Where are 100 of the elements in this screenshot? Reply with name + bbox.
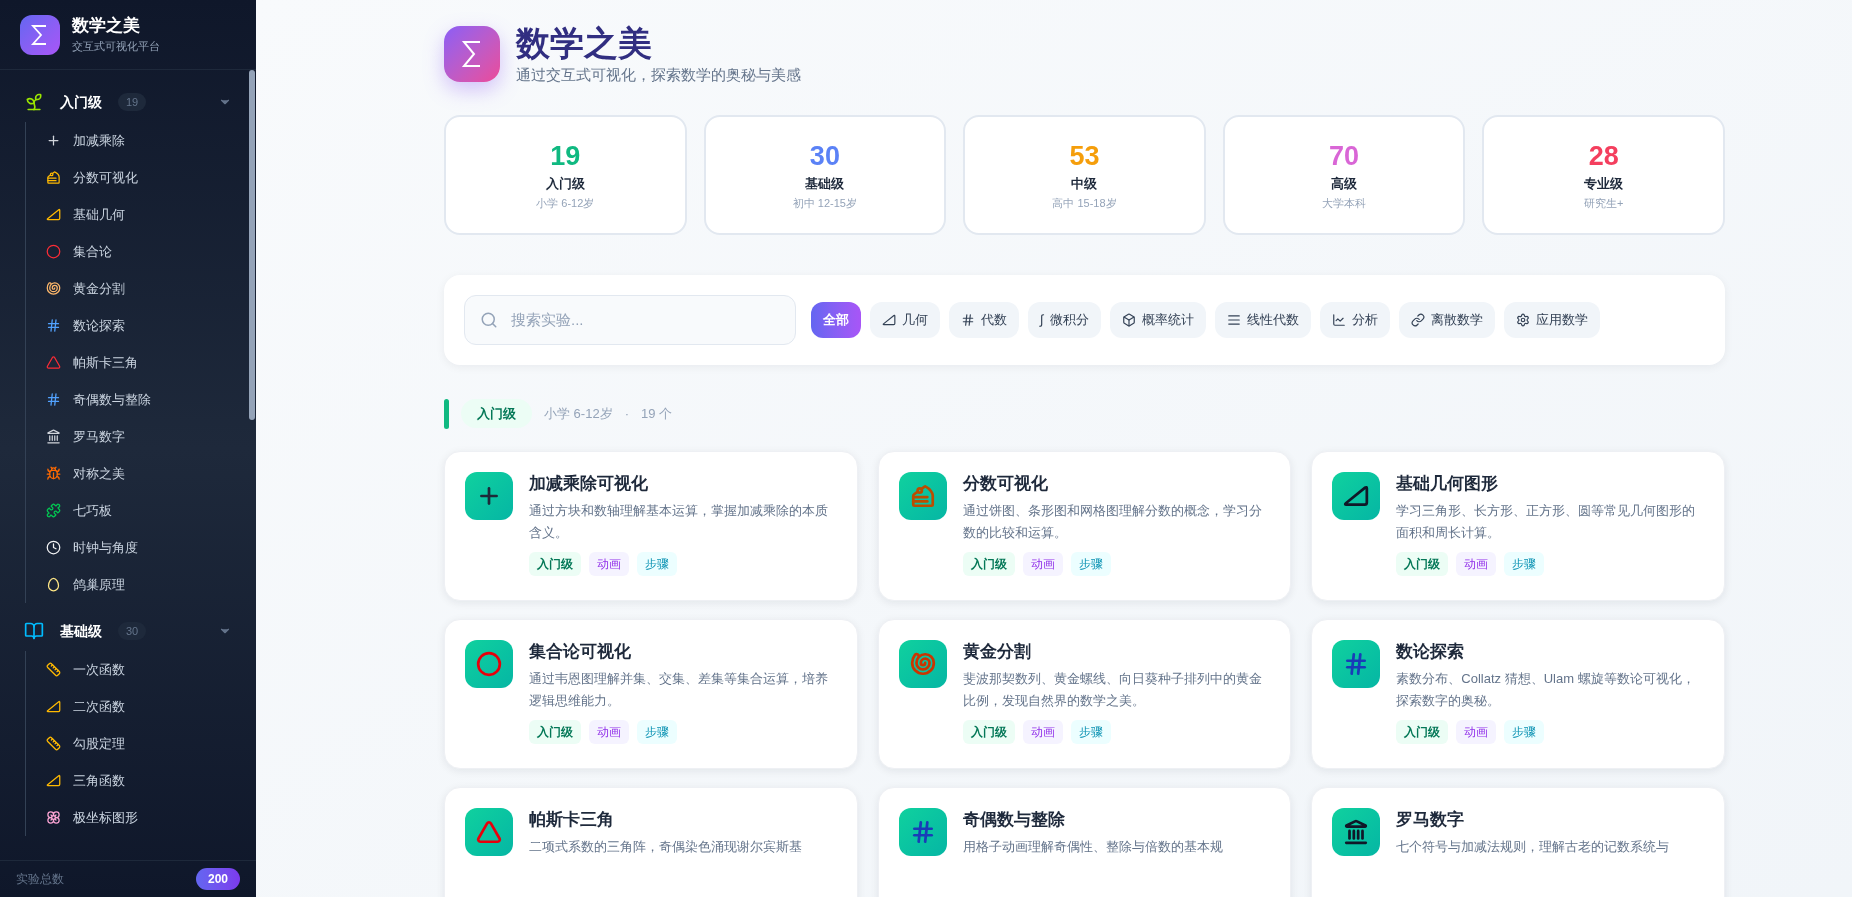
filter-chip[interactable]: 几何 [870,301,940,338]
experiment-card[interactable]: 帕斯卡三角 二项式系数的三角阵，奇偶染色涌现谢尔宾斯基 [444,786,858,897]
filter-chip[interactable]: 分析 [1319,301,1390,338]
clock-icon [46,540,61,555]
sidebar-item[interactable]: 勾股定理 [46,725,240,762]
stat-card[interactable]: 53 中级 高中 15-18岁 [963,114,1206,235]
stat-card[interactable]: 28 专业级 研究生+ [1482,114,1725,235]
filter-chip[interactable]: 线性代数 [1214,301,1311,338]
stat-range: 研究生+ [1583,196,1624,211]
sidebar-item[interactable]: 三角函数 [46,762,240,799]
filter-chip[interactable]: 离散数学 [1398,301,1495,338]
level-tag: 入门级 [529,551,581,576]
triangle-icon [476,818,502,845]
shell-icon [46,281,61,296]
sidebar-item[interactable]: 帕斯卡三角 [46,344,240,381]
chart-icon [1331,312,1346,327]
page-title: 数学之美 [516,23,653,64]
experiment-card[interactable]: 加减乘除可视化 通过方块和数轴理解基本运算，掌握加减乘除的本质含义。 入门级 动画 步骤 [444,450,858,601]
stat-label: 中级 [1071,174,1098,193]
level-pill: 入门级 [461,398,532,429]
logo-icon [20,14,60,55]
sidebar-item[interactable]: 鸽巢原理 [46,566,240,603]
section-count: 19 个 [641,404,673,423]
sidebar-item[interactable]: 黄金分割 [46,270,240,307]
card-description: 通过饼图、条形图和网格图理解分数的概念，学习分数的比较和运算。 [962,501,1263,542]
sidebar-item[interactable]: 分数可视化 [46,159,240,196]
stat-label: 基础级 [805,174,845,193]
sprout-icon [24,92,44,112]
experiment-card[interactable]: 数论探索 素数分布、Collatz 猜想、Ulam 螺旋等数论可视化，探索数字的奥秘。 入门级 动画 步骤 [1311,618,1725,769]
stat-value: 30 [809,139,840,173]
lines-icon [1226,312,1241,327]
filter-chip[interactable]: 全部 [811,301,861,338]
number-grid-icon [961,312,975,327]
number-grid-icon [46,318,61,333]
stat-value: 53 [1069,139,1100,173]
animation-tag: 动画 [589,551,629,576]
sidebar-item[interactable]: 七巧板 [46,492,240,529]
card-description: 用格子动画理解奇偶性、整除与倍数的基本规 [962,837,1223,856]
sidebar-item[interactable]: 集合论 [46,233,240,270]
filter-chip[interactable]: 概率统计 [1109,301,1206,338]
steps-tag: 步骤 [637,551,677,576]
filter-chip[interactable]: 应用数学 [1503,301,1600,338]
sidebar-item[interactable]: 基础几何 [46,196,240,233]
triangle-icon [46,355,61,370]
stat-range: 大学本科 [1322,196,1367,211]
card-title: 帕斯卡三角 [529,808,615,831]
sidebar-item[interactable]: 极坐标图形 [46,799,240,836]
stat-value: 28 [1588,139,1619,173]
stat-range: 高中 15-18岁 [1052,196,1117,211]
group-header[interactable]: 入门级 19 [0,82,240,122]
stat-card[interactable]: 70 高级 大学本科 [1222,114,1466,235]
card-title: 黄金分割 [962,640,1032,663]
stat-value: 70 [1329,139,1360,173]
card-title: 分数可视化 [962,472,1049,495]
sidebar-item[interactable]: 一次函数 [46,651,240,688]
filter-chip[interactable]: 代数 [949,301,1019,338]
animation-tag: 动画 [1022,551,1063,576]
animation-tag: 动画 [589,719,629,744]
section-range: 小学 6-12岁 [544,404,613,423]
circle-icon [476,650,502,677]
scrollbar-thumb[interactable] [249,70,255,420]
stat-card[interactable]: 30 基础级 初中 12-15岁 [703,114,947,235]
sidebar-item[interactable]: 时钟与角度 [46,529,240,566]
level-tag: 入门级 [529,719,581,744]
sidebar-item[interactable]: 奇偶数与整除 [46,381,240,418]
sidebar-item[interactable]: 数论探索 [46,307,240,344]
section-accent-bar [444,398,449,429]
experiment-card[interactable]: 黄金分割 斐波那契数列、黄金螺线、向日葵种子排列中的黄金比例，发现自然界的数学之美。 入门级 动画 步骤 [877,618,1292,769]
animation-tag: 动画 [1022,719,1063,744]
sidebar-item[interactable]: 加减乘除 [46,122,240,159]
search-field[interactable]: 搜索实验... [464,294,796,345]
plus-icon [46,133,61,148]
experiment-card[interactable]: 罗马数字 七个符号与加减法规则，理解古老的记数系统与 [1311,786,1725,897]
experiment-card[interactable]: 集合论可视化 通过韦恩图理解并集、交集、差集等集合运算，培养逻辑思维能力。 入门级 动画 步骤 [444,618,858,769]
stat-label: 入门级 [545,174,585,193]
sidebar-item[interactable]: 罗马数字 [46,418,240,455]
experiment-card[interactable]: 分数可视化 通过饼图、条形图和网格图理解分数的概念，学习分数的比较和运算。 入门级 动画 步骤 [877,450,1292,601]
sidebar-item[interactable]: 对称之美 [46,455,240,492]
stat-card[interactable]: 19 入门级 小学 6-12岁 [444,114,687,235]
count-badge: 30 [118,621,147,641]
stat-range: 初中 12-15岁 [792,196,857,211]
group-header[interactable]: 基础级 30 [0,611,240,651]
link-icon [1410,312,1425,327]
dice-icon [1121,312,1136,327]
steps-tag: 步骤 [637,719,677,744]
ruler-icon [46,662,61,677]
logo-icon [444,26,500,83]
steps-tag: 步骤 [1070,719,1111,744]
experiment-card[interactable]: 奇偶数与整除 用格子动画理解奇偶性、整除与倍数的基本规 [877,786,1292,897]
experiment-card[interactable]: 基础几何图形 学习三角形、长方形、正方形、圆等常见几何图形的面积和周长计算。 入门级 动画 步骤 [1311,450,1725,601]
sidebar-item[interactable]: 二次函数 [46,688,240,725]
circle-icon [46,244,61,259]
steps-tag: 步骤 [1070,551,1111,576]
card-title: 基础几何图形 [1396,472,1500,495]
steps-tag: 步骤 [1504,719,1545,744]
page-subtitle: 通过交互式可视化，探索数学的奥秘与美感 [516,65,801,85]
filter-chip[interactable]: ∫ 微积分 [1028,301,1101,338]
card-description: 学习三角形、长方形、正方形、圆等常见几何图形的面积和周长计算。 [1396,501,1697,542]
stat-label: 专业级 [1584,174,1624,193]
stat-value: 19 [550,139,581,173]
